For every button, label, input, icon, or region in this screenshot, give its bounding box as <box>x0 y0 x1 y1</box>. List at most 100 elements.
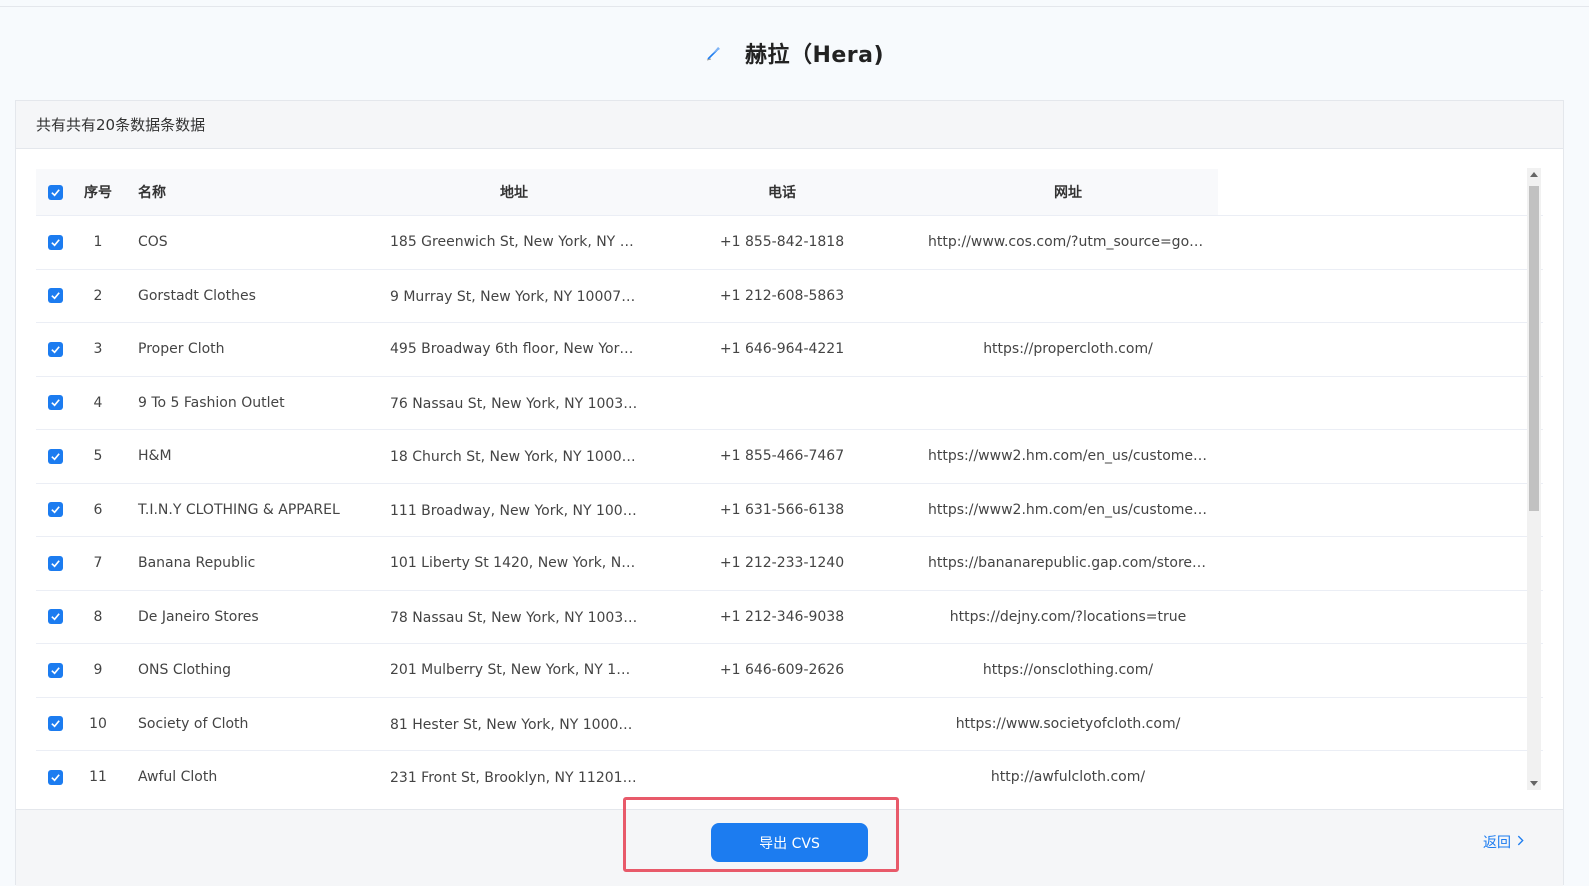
row-index: 10 <box>89 715 107 732</box>
row-name: De Janeiro Stores <box>138 608 259 625</box>
row-url[interactable]: http://awfulcloth.com/ <box>918 769 1218 785</box>
row-checkbox-cell <box>36 341 74 357</box>
row-phone: +1 646-609-2626 <box>719 662 845 679</box>
row-address: 201 Mulberry St, New York, NY 10012... <box>390 662 646 679</box>
row-index: 1 <box>93 234 103 251</box>
row-url[interactable]: http://www.cos.com/?utm_source=google_l.… <box>918 234 1218 250</box>
row-index: 4 <box>93 394 103 411</box>
table-row[interactable]: 6 T.I.N.Y CLOTHING & APPAREL 111 Broadway,… <box>36 484 1543 537</box>
row-url[interactable]: https://propercloth.com/ <box>918 341 1218 357</box>
results-card: 共有共有20条数据条数据 序号 名称 地址 电话 网址 1 COS 185 Gree… <box>15 100 1564 885</box>
row-address: 78 Nassau St, New York, NY 10038美国 <box>390 609 646 626</box>
table-row[interactable]: 11 Awful Cloth 231 Front St, Brooklyn, NY … <box>36 751 1543 789</box>
back-link-label: 返回 <box>1483 835 1511 851</box>
row-checkbox[interactable] <box>47 769 63 785</box>
row-url[interactable]: https://www2.hm.com/en_us/customer-ser..… <box>918 502 1218 518</box>
column-header-index: 序号 <box>84 185 112 201</box>
row-checkbox[interactable] <box>47 662 63 678</box>
row-url[interactable]: https://bananarepublic.gap.com/stores/ny… <box>918 555 1218 571</box>
row-address: 495 Broadway 6th floor, New York, NY ... <box>390 341 646 358</box>
chevron-right-icon <box>1517 834 1524 850</box>
row-address: 101 Liberty St 1420, New York, NY 100... <box>390 555 646 572</box>
row-phone: +1 212-608-5863 <box>719 287 845 304</box>
row-address: 9 Murray St, New York, NY 10007美国 <box>390 288 646 305</box>
column-header-phone: 电话 <box>768 185 796 201</box>
table-row[interactable]: 3 Proper Cloth 495 Broadway 6th floor, New… <box>36 323 1543 377</box>
row-checkbox[interactable] <box>47 288 63 304</box>
row-url[interactable]: https://www2.hm.com/en_us/customer-ser..… <box>918 448 1218 464</box>
select-all-cell <box>36 184 74 200</box>
back-link[interactable]: 返回 <box>1483 832 1524 852</box>
row-checkbox[interactable] <box>47 448 63 464</box>
row-index: 5 <box>93 448 103 465</box>
row-name: T.I.N.Y CLOTHING & APPAREL <box>138 501 340 518</box>
row-phone: +1 646-964-4221 <box>719 341 845 358</box>
table-row[interactable]: 8 De Janeiro Stores 78 Nassau St, New York… <box>36 591 1543 644</box>
table-row[interactable]: 7 Banana Republic 101 Liberty St 1420, New… <box>36 537 1543 591</box>
row-checkbox-cell <box>36 609 74 625</box>
row-checkbox[interactable] <box>47 555 63 571</box>
table-row[interactable]: 9 ONS Clothing 201 Mulberry St, New York, … <box>36 644 1543 698</box>
row-checkbox-cell <box>36 288 74 304</box>
row-address: 81 Hester St, New York, NY 10002美国 <box>390 716 646 733</box>
table-row[interactable]: 1 COS 185 Greenwich St, New York, NY 10007… <box>36 216 1543 270</box>
row-checkbox[interactable] <box>47 341 63 357</box>
table-row[interactable]: 4 9 To 5 Fashion Outlet 76 Nassau St, New … <box>36 377 1543 430</box>
row-checkbox-cell <box>36 716 74 732</box>
row-checkbox-cell <box>36 662 74 678</box>
scroll-up-arrow-icon[interactable] <box>1530 172 1538 177</box>
row-name: Society of Cloth <box>138 715 249 732</box>
row-phone: +1 212-346-9038 <box>719 608 845 625</box>
row-index: 6 <box>93 501 103 518</box>
scroll-down-arrow-icon[interactable] <box>1530 781 1538 786</box>
footer-bar: 导出 CVS <box>16 809 1563 886</box>
row-address: 231 Front St, Brooklyn, NY 11201美国 <box>390 770 646 787</box>
row-name: Banana Republic <box>138 555 256 572</box>
column-header-name: 名称 <box>138 185 166 201</box>
row-index: 2 <box>93 287 103 304</box>
table-row[interactable]: 10 Society of Cloth 81 Hester St, New York… <box>36 698 1543 751</box>
row-address: 111 Broadway, New York, NY 10006美国 <box>390 502 646 519</box>
row-index: 11 <box>89 769 107 786</box>
table-row[interactable]: 2 Gorstadt Clothes 9 Murray St, New York, … <box>36 270 1543 323</box>
row-index: 3 <box>93 341 103 358</box>
export-csv-button[interactable]: 导出 CVS <box>711 823 868 862</box>
summary-text: 共有共有20条数据条数据 <box>16 101 1563 149</box>
top-divider <box>0 6 1589 7</box>
row-address: 76 Nassau St, New York, NY 10038美国 <box>390 395 646 412</box>
row-checkbox[interactable] <box>47 609 63 625</box>
row-checkbox-cell <box>36 234 74 250</box>
results-table: 序号 名称 地址 电话 网址 1 COS 185 Greenwich St, New… <box>36 169 1543 789</box>
row-phone: +1 631-566-6138 <box>719 501 845 518</box>
row-checkbox[interactable] <box>47 716 63 732</box>
table-body: 1 COS 185 Greenwich St, New York, NY 10007… <box>36 216 1543 789</box>
row-name: Proper Cloth <box>138 341 225 358</box>
row-address: 185 Greenwich St, New York, NY 10007... <box>390 234 646 251</box>
row-phone: +1 855-842-1818 <box>719 234 845 251</box>
row-url[interactable]: https://dejny.com/?locations=true <box>918 609 1218 625</box>
scrollbar-thumb[interactable] <box>1529 186 1539 511</box>
page-header: 赫拉（Hera) <box>0 30 1589 76</box>
row-phone: +1 212-233-1240 <box>719 555 845 572</box>
row-index: 9 <box>93 662 103 679</box>
row-url[interactable]: https://onsclothing.com/ <box>918 662 1218 678</box>
row-checkbox-cell <box>36 448 74 464</box>
row-checkbox-cell <box>36 555 74 571</box>
row-index: 7 <box>93 555 103 572</box>
row-checkbox-cell <box>36 502 74 518</box>
row-name: Awful Cloth <box>138 769 218 786</box>
row-address: 18 Church St, New York, NY 10007美国 <box>390 449 646 466</box>
row-url[interactable]: https://www.societyofcloth.com/ <box>918 716 1218 732</box>
row-checkbox[interactable] <box>47 395 63 411</box>
row-checkbox[interactable] <box>47 502 63 518</box>
page-title: 赫拉（Hera) <box>744 43 885 68</box>
select-all-checkbox[interactable] <box>47 184 63 200</box>
row-checkbox-cell <box>36 395 74 411</box>
table-row[interactable]: 5 H&M 18 Church St, New York, NY 10007美国 +1… <box>36 430 1543 484</box>
table-header: 序号 名称 地址 电话 网址 <box>36 169 1543 216</box>
row-name: H&M <box>138 448 172 465</box>
row-checkbox[interactable] <box>47 234 63 250</box>
row-name: ONS Clothing <box>138 662 232 679</box>
table-scrollbar[interactable] <box>1527 168 1541 790</box>
column-header-address: 地址 <box>500 185 528 201</box>
